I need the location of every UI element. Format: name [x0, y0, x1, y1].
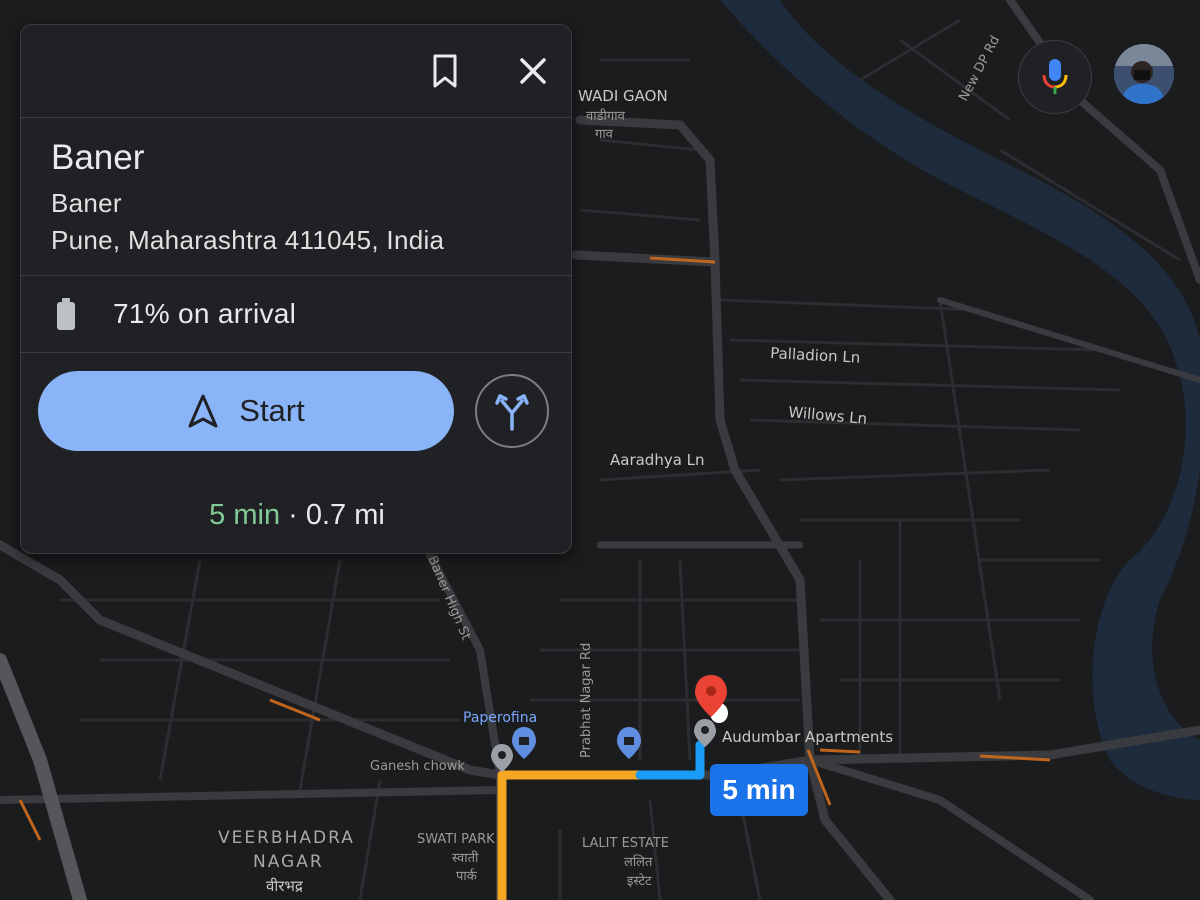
route-eta-badge[interactable]: 5 min: [710, 764, 808, 816]
map-label-wadi-gaon-local2: गाव: [595, 127, 614, 142]
map-label-swati-local1: स्वाती: [452, 850, 479, 866]
close-icon: [520, 58, 546, 84]
battery-icon: [57, 298, 75, 330]
battery-arrival-text: 71% on arrival: [113, 298, 297, 329]
mic-icon: [1042, 59, 1068, 94]
map-label-swati: SWATI PARK: [417, 832, 495, 847]
account-avatar[interactable]: [1114, 44, 1174, 104]
map-label-swati-local2: पार्क: [456, 868, 478, 884]
map-label-wadi-gaon-local1: वाडीगाव: [586, 108, 626, 124]
map-label-paperofina[interactable]: Paperofina: [463, 710, 537, 726]
map-label-lalit: LALIT ESTATE: [582, 836, 669, 851]
close-button[interactable]: [513, 51, 553, 91]
map-label-veerbhadra-local: वीरभद्र: [266, 877, 304, 895]
map-label-veerbhadra-1: VEERBHADRA: [218, 828, 355, 848]
action-row: Start: [21, 353, 571, 463]
place-card: Baner Baner Pune, Maharashtra 411045, In…: [20, 24, 572, 554]
bookmark-icon: [433, 54, 457, 88]
route-options-icon: [495, 394, 529, 431]
map-label-veerbhadra-2: NAGAR: [253, 852, 324, 872]
start-navigation-button[interactable]: Start: [38, 371, 454, 451]
map-label-lalit-local1: ललित: [624, 854, 653, 870]
map-label-lalit-local2: इस्टेट: [627, 873, 652, 889]
start-label: Start: [239, 393, 305, 428]
save-button[interactable]: [425, 51, 465, 91]
map-label-wadi-gaon: WADI GAON: [578, 87, 668, 105]
navigation-arrow-icon: [188, 394, 218, 428]
place-title: Baner: [51, 138, 145, 177]
voice-search-button[interactable]: [1018, 40, 1092, 114]
trip-distance: 0.7 mi: [305, 499, 385, 531]
map-label-audumbar[interactable]: Audumbar Apartments: [722, 728, 893, 746]
summary-separator: ·: [280, 499, 306, 531]
route-options-button[interactable]: [475, 374, 549, 448]
place-address-section: Baner Baner Pune, Maharashtra 411045, In…: [21, 118, 571, 276]
trip-eta: 5 min: [209, 499, 281, 531]
address-line-1: Baner: [51, 188, 122, 218]
avatar-image: [1114, 44, 1174, 104]
battery-row: 71% on arrival: [21, 276, 571, 353]
map-label-prabhat: Prabhat Nagar Rd: [579, 643, 594, 758]
address-line-2: Pune, Maharashtra 411045, India: [51, 225, 445, 255]
map-label-ganesh: Ganesh chowk: [370, 759, 465, 774]
map-label-aaradhya: Aaradhya Ln: [610, 451, 705, 469]
card-header: [21, 25, 571, 118]
trip-summary: 5 min · 0.7 mi: [21, 499, 573, 532]
